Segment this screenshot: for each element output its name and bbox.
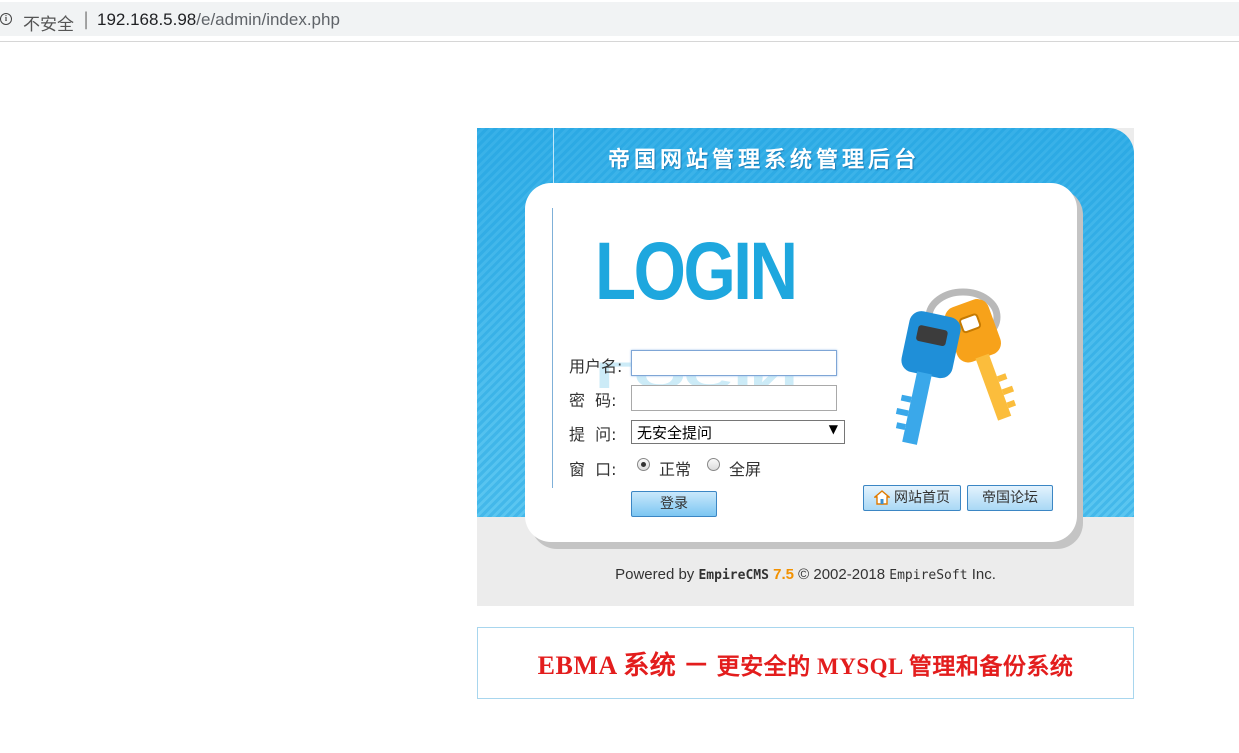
page-title: 帝国网站管理系统管理后台 [607,148,920,173]
browser-address-bar: i 不安全 | 192.168.5.98/e/admin/index.php [0,0,1239,42]
login-button[interactable]: 登录 [631,491,717,517]
question-label: 提 问: [569,425,617,444]
banner-left: EBMA 系统 [537,651,677,680]
url-text[interactable]: 192.168.5.98/e/admin/index.php [97,10,340,30]
login-panel: 帝国网站管理系统管理后台 LOGIN LOGIN 用户名: 密 码: 提 问: … [477,128,1134,606]
security-question-value: 无安全提问 [637,424,713,442]
login-logo: LOGIN [595,226,798,317]
home-link-button[interactable]: 网站首页 [863,485,961,511]
version-number: 7.5 [773,566,794,583]
window-fullscreen-radio[interactable] [707,458,720,471]
window-normal-radio[interactable] [637,458,650,471]
dropdown-arrow-icon: ▼ [828,422,838,436]
banner-dash: － [683,651,710,680]
copyright-text: © 2002-2018 [798,566,886,583]
url-separator: | [83,9,90,30]
security-status[interactable]: 不安全 [23,10,74,35]
powered-by-footer: Powered by EmpireCMS 7.5 © 2002-2018 Emp… [477,566,1134,583]
brand-name: EmpireCMS [698,568,769,583]
keys-icon [895,288,1017,445]
company-name: EmpireSoft [889,568,968,583]
url-host: 192.168.5.98 [97,10,197,29]
info-icon[interactable]: i [0,13,12,25]
password-input[interactable] [631,385,837,411]
company-suffix: Inc. [971,566,996,583]
omnibox[interactable]: i 不安全 | 192.168.5.98/e/admin/index.php [0,2,1239,36]
password-label: 密 码: [569,391,617,410]
security-question-select[interactable]: 无安全提问 ▼ [631,420,845,444]
login-card: LOGIN LOGIN 用户名: 密 码: 提 问: 无安全提问 ▼ 窗 口: … [525,183,1077,542]
forum-link-button[interactable]: 帝国论坛 [967,485,1053,511]
window-label: 窗 口: [569,460,617,479]
ebma-banner[interactable]: EBMA 系统 － 更安全的 MYSQL 管理和备份系统 [477,627,1134,699]
home-link-label: 网站首页 [894,490,950,506]
home-icon [874,490,890,505]
username-label: 用户名: [569,357,623,376]
username-input[interactable] [631,350,837,376]
window-fullscreen-label[interactable]: 全屏 [729,456,761,480]
banner-right: 更安全的 MYSQL 管理和备份系统 [716,654,1074,679]
window-normal-label[interactable]: 正常 [659,456,691,480]
powered-prefix: Powered by [615,566,695,583]
url-path: /e/admin/index.php [196,10,340,29]
banner-text: EBMA 系统 － 更安全的 MYSQL 管理和备份系统 [478,645,1133,682]
